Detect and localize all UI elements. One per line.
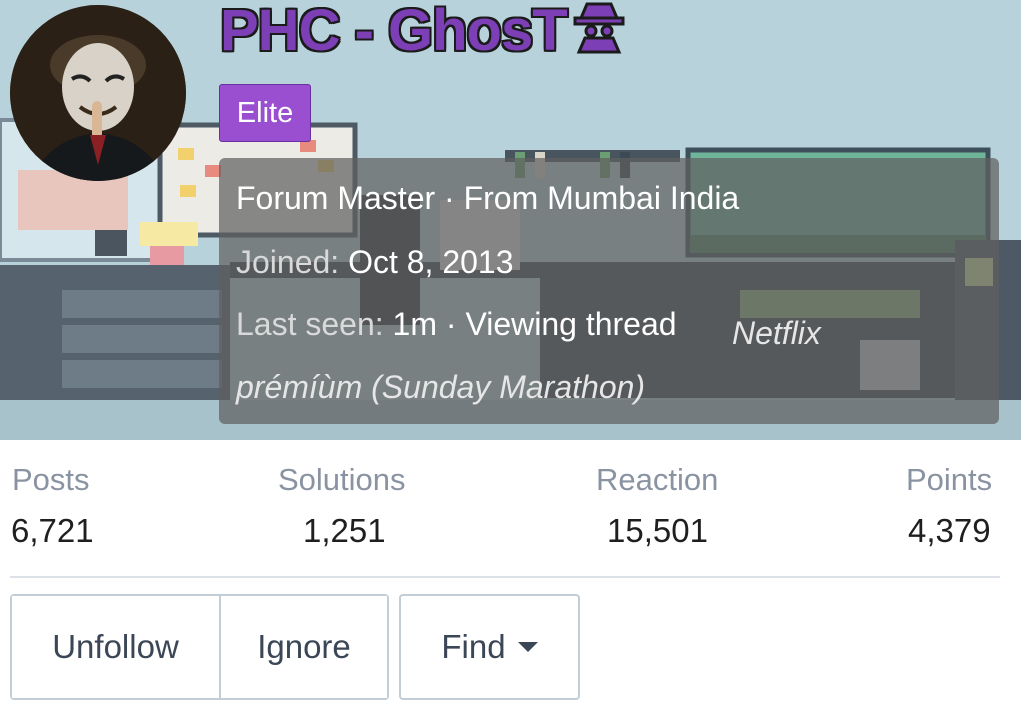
stat-label-posts: Posts: [12, 462, 90, 497]
user-badge: Elite: [219, 84, 311, 142]
stat-value-posts[interactable]: 6,721: [11, 512, 94, 550]
joined-date: Oct 8, 2013: [348, 244, 514, 280]
stat-label-reaction: Reaction: [596, 462, 719, 497]
viewing-thread-link[interactable]: Netflix prémíùm (Sunday Marathon): [236, 306, 856, 414]
caret-down-icon: [517, 642, 538, 652]
joined-label: Joined:: [236, 244, 340, 280]
unfollow-button[interactable]: Unfollow: [12, 596, 219, 698]
find-label: Find: [441, 628, 506, 665]
user-title: Forum Master · From Mumbai India: [236, 180, 740, 216]
joined-row: Joined: Oct 8, 2013: [236, 244, 514, 281]
stat-value-reaction[interactable]: 15,501: [607, 512, 708, 550]
spy-icon: [573, 2, 625, 54]
stat-value-solutions[interactable]: 1,251: [303, 512, 386, 550]
username-text: PHC - GhosT: [220, 0, 568, 63]
avatar-image: [10, 5, 186, 181]
stat-value-points[interactable]: 4,379: [908, 512, 991, 550]
find-button[interactable]: Find: [399, 594, 580, 700]
stat-label-solutions: Solutions: [278, 462, 406, 497]
avatar[interactable]: [10, 5, 186, 181]
stats-divider: [10, 576, 1000, 578]
stat-label-points: Points: [906, 462, 993, 497]
username-heading[interactable]: PHC - GhosT: [220, 0, 627, 66]
ignore-button[interactable]: Ignore: [219, 596, 387, 698]
follow-ignore-button-group: Unfollow Ignore: [10, 594, 389, 700]
